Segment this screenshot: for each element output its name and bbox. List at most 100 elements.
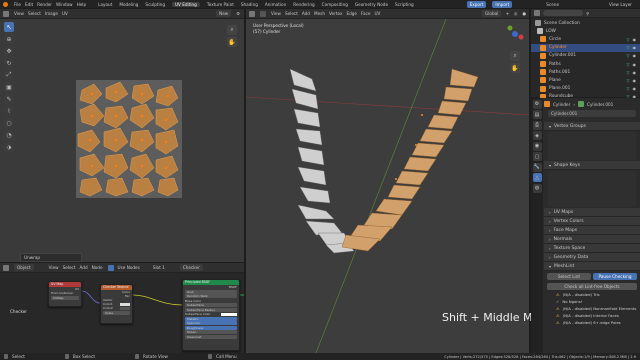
- viewport-zoom-icon[interactable]: ⌕: [510, 51, 520, 61]
- workspace-tab-geometry-node[interactable]: Geometry Node: [355, 2, 388, 7]
- from-instancer-checkbox[interactable]: From Instancer: [49, 291, 81, 295]
- uv-menu-view[interactable]: View: [14, 11, 24, 16]
- navigation-gizmo[interactable]: ⌕ ✋: [504, 23, 526, 73]
- outliner-item-cylinder[interactable]: Cylinder ▽ ◉: [531, 43, 640, 52]
- transform-orientation-dropdown[interactable]: Global: [481, 10, 502, 17]
- outliner-item-paths-001[interactable]: Paths.001 ▽ ◉: [531, 68, 640, 76]
- subsurface-color-input[interactable]: Subsurface Color: [183, 312, 239, 316]
- editor-type-icon[interactable]: [3, 10, 9, 17]
- node-editor-type-icon[interactable]: [3, 264, 9, 271]
- viewport-menu-vertex[interactable]: Vertex: [329, 11, 342, 16]
- scene-selector[interactable]: Scene: [546, 2, 559, 7]
- filter-icon[interactable]: ⚲: [586, 11, 589, 16]
- node-menu-view[interactable]: View: [49, 265, 59, 270]
- low-collection-row[interactable]: LOW: [531, 27, 640, 35]
- proportional-icon[interactable]: ◎: [514, 11, 518, 16]
- checker-texture-node[interactable]: Checker Texture Color Fac Vector Color1 …: [100, 284, 133, 324]
- outliner-item-paths[interactable]: Paths ▽ ◉: [531, 60, 640, 68]
- object-mode-dropdown[interactable]: Object: [14, 264, 34, 271]
- viewport-type-icon[interactable]: [249, 10, 255, 17]
- world-tab-icon[interactable]: ◉: [532, 141, 542, 151]
- scene-tab-icon[interactable]: ◈: [532, 131, 542, 140]
- menu-file[interactable]: File: [14, 2, 21, 7]
- modifier-icon[interactable]: ▽: [626, 37, 629, 42]
- view-layer-selector[interactable]: View Layer: [609, 2, 632, 7]
- viewport-pan-icon[interactable]: ✋: [510, 63, 520, 73]
- viewport-menu-add[interactable]: Add: [302, 11, 310, 16]
- outliner-item-plane[interactable]: Plane ▽ ◉: [531, 76, 640, 84]
- select-tool-icon[interactable]: ↖: [4, 22, 14, 32]
- viewport-menu-select[interactable]: Select: [285, 11, 298, 16]
- clearcoat-input[interactable]: Clearcoat: [185, 334, 237, 339]
- scale-input[interactable]: Scale: [103, 310, 130, 315]
- modifier-icon[interactable]: ▽: [626, 70, 629, 75]
- viewport-menu-view[interactable]: View: [271, 11, 281, 16]
- move-tool-icon[interactable]: ✥: [4, 46, 14, 56]
- 3d-viewport[interactable]: View Select Add Mesh Vertex Edge Face UV Global…: [246, 9, 539, 353]
- node-menu-add[interactable]: Add: [80, 265, 88, 270]
- panel-geometry-data[interactable]: › Geometry Data: [544, 253, 640, 262]
- axis-gizmo-icon[interactable]: [504, 23, 526, 45]
- sheen-input[interactable]: Sheen: [185, 330, 237, 334]
- node-menu-node[interactable]: Node: [92, 265, 103, 270]
- relax-tool-icon[interactable]: ○: [4, 118, 14, 128]
- modifier-icon[interactable]: ▽: [626, 45, 629, 50]
- material-selector[interactable]: Checker: [179, 264, 203, 271]
- subsurface-method-dropdown[interactable]: Random Walk: [185, 294, 237, 298]
- outliner-item-circle[interactable]: Circle ▽ ◉: [531, 35, 640, 43]
- visibility-icon[interactable]: ◉: [633, 86, 637, 91]
- panel-meshlint[interactable]: ▾ MeshLint: [544, 262, 640, 271]
- workspace-tab-uv-editing[interactable]: UV Editing: [171, 1, 200, 7]
- shader-node-editor[interactable]: Object View Select Add Node Use Nodes Slot …: [0, 263, 244, 353]
- workspace-tab-compositing[interactable]: Compositing: [322, 2, 348, 7]
- panel-texture-space[interactable]: › Texture Space: [544, 244, 640, 253]
- uv-menu-uv[interactable]: UV: [62, 11, 68, 16]
- menu-help[interactable]: Help: [77, 2, 87, 7]
- node-menu-select[interactable]: Select: [63, 265, 76, 270]
- modifier-tab-icon[interactable]: 🔧: [532, 162, 542, 172]
- visibility-icon[interactable]: ◉: [633, 53, 637, 58]
- panel-face-maps[interactable]: › Face Maps: [544, 226, 640, 235]
- principled-bsdf-node[interactable]: Principled BSDF BSDF GGX Random Walk Bas…: [182, 279, 240, 351]
- new-image-button[interactable]: New: [216, 10, 232, 17]
- workspace-tab-animation[interactable]: Animation: [265, 2, 286, 7]
- uv-menu-image[interactable]: Image: [45, 11, 58, 16]
- properties-editor[interactable]: ⚙ ▤ ⎙ ◈ ◉ ▢ 🔧 △ ◍ Cylinder › Cylinder.00…: [531, 98, 640, 353]
- material-tab-icon[interactable]: ◍: [532, 183, 542, 193]
- render-tab-icon[interactable]: ▤: [532, 110, 542, 119]
- panel-vertex-colors[interactable]: › Vertex Colors: [544, 217, 640, 226]
- rip-tool-icon[interactable]: ⬗: [4, 142, 14, 152]
- workspace-tab-shading[interactable]: Shading: [241, 2, 258, 7]
- mesh-data-tab-icon[interactable]: △: [532, 173, 542, 182]
- outliner-item-cylinder-001[interactable]: Cylinder.001 ▽ ◉: [531, 52, 640, 60]
- blender-logo-icon[interactable]: [3, 1, 8, 7]
- cursor-tool-icon[interactable]: ⊕: [4, 34, 14, 44]
- output-tab-icon[interactable]: ⎙: [532, 120, 542, 130]
- visibility-icon[interactable]: ◉: [633, 70, 637, 75]
- outliner-item-plane-001[interactable]: Plane.001 ▽ ◉: [531, 85, 640, 93]
- visibility-icon[interactable]: ◉: [633, 78, 637, 83]
- workspace-tab-layout[interactable]: Layout: [98, 2, 112, 7]
- modifier-icon[interactable]: ▽: [626, 86, 629, 91]
- workspace-tab-rendering[interactable]: Rendering: [293, 2, 314, 7]
- edit-mode-icon[interactable]: [260, 10, 266, 17]
- grab-tool-icon[interactable]: ⌇: [4, 106, 14, 116]
- panel-normals[interactable]: › Normals: [544, 235, 640, 244]
- viewport-menu-face[interactable]: Face: [361, 11, 370, 16]
- shading-icon[interactable]: ●: [522, 11, 526, 16]
- menu-window[interactable]: Window: [56, 2, 73, 7]
- rotate-tool-icon[interactable]: ↻: [4, 58, 14, 68]
- subsurface-input[interactable]: Subsurface: [185, 303, 237, 307]
- metallic-input[interactable]: Metallic: [185, 316, 237, 321]
- subsurface-radius-input[interactable]: Subsurface Radius: [185, 307, 237, 312]
- visibility-icon[interactable]: ◉: [633, 62, 637, 67]
- workspace-tab-texture-paint[interactable]: Texture Paint: [207, 2, 234, 7]
- transform-tool-icon[interactable]: ▣: [4, 82, 14, 92]
- mesh-name-field[interactable]: Cylinder.001: [548, 110, 636, 117]
- bsdf-output-socket[interactable]: BSDF: [183, 285, 239, 289]
- specular-input[interactable]: Specular: [185, 321, 237, 325]
- uv-texture-area[interactable]: [76, 80, 182, 198]
- modifier-icon[interactable]: ▽: [626, 53, 629, 58]
- object-tab-icon[interactable]: ▢: [532, 152, 542, 161]
- panel-vertex-groups-list[interactable]: [548, 132, 636, 160]
